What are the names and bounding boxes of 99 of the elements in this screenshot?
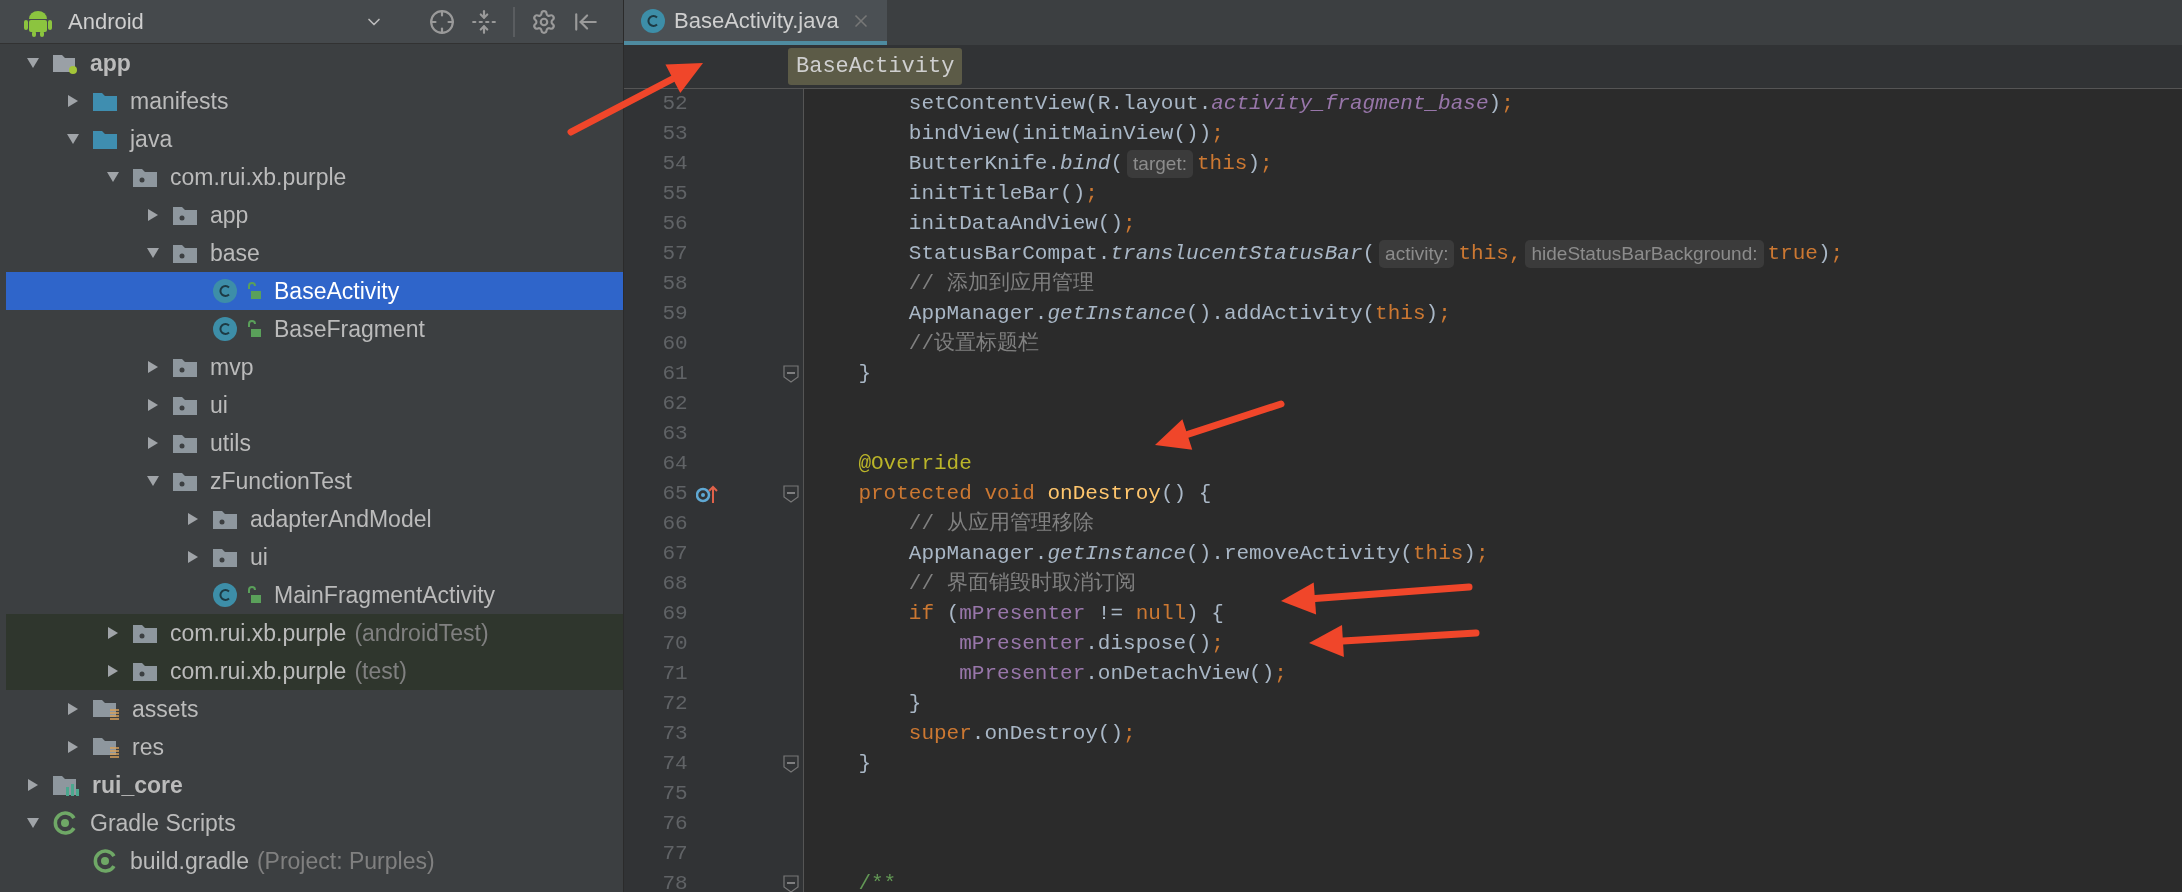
collapsed-arrow-icon[interactable] — [146, 208, 160, 222]
package-folder-icon — [172, 242, 198, 264]
tree-item[interactable]: app — [6, 196, 623, 234]
package-folder-icon — [132, 660, 158, 682]
tree-item[interactable]: zFunctionTest — [6, 462, 623, 500]
code-line: } — [907, 691, 922, 718]
tree-item[interactable]: res — [6, 728, 623, 766]
code-line: /** — [857, 871, 897, 892]
code-line: // 界面销毁时取消订阅 — [907, 570, 1136, 598]
lock-icon — [246, 586, 262, 604]
expanded-arrow-icon[interactable] — [146, 474, 160, 488]
tree-item[interactable]: com.rui.xb.purple (androidTest) — [6, 614, 623, 652]
collapsed-arrow-icon[interactable] — [146, 398, 160, 412]
override-marker-icon[interactable] — [695, 483, 718, 505]
crosshair-icon[interactable] — [429, 8, 455, 35]
gradle-icon — [52, 810, 78, 836]
expanded-arrow-icon[interactable] — [146, 246, 160, 260]
fold-marker-icon[interactable] — [783, 755, 800, 773]
collapsed-arrow-icon[interactable] — [66, 740, 80, 754]
folder-icon — [92, 90, 118, 112]
lock-icon — [246, 320, 262, 338]
collapsed-arrow-icon[interactable] — [106, 664, 120, 678]
view-selector[interactable]: Android — [68, 5, 348, 38]
code-line: setContentView(R.layout.activity_fragment_base); — [907, 91, 1514, 118]
collapsed-arrow-icon[interactable] — [146, 360, 160, 374]
code-line: ButterKnife.bind( target: this); — [808, 148, 1273, 180]
tree-item[interactable]: utils — [6, 424, 623, 462]
code-line: initDataAndView(); — [907, 211, 1136, 238]
tree-item[interactable]: mvp — [6, 348, 623, 386]
package-folder-icon — [172, 394, 198, 416]
collapsed-arrow-icon[interactable] — [66, 94, 80, 108]
module-folder-icon — [52, 52, 78, 74]
tree-item[interactable]: Gradle Scripts — [6, 804, 623, 842]
package-folder-icon — [172, 470, 198, 492]
tree-item[interactable]: assets — [6, 690, 623, 728]
tree-item[interactable]: com.rui.xb.purple (test) — [6, 652, 623, 690]
settings-icon[interactable] — [531, 8, 557, 35]
fold-marker-icon[interactable] — [783, 485, 800, 503]
fold-marker-icon[interactable] — [783, 875, 800, 892]
package-folder-icon — [132, 622, 158, 644]
code-line: initTitleBar(); — [907, 181, 1098, 208]
class-icon — [212, 582, 238, 608]
collapsed-arrow-icon[interactable] — [186, 512, 200, 526]
collapsed-arrow-icon[interactable] — [106, 626, 120, 640]
package-folder-icon — [132, 166, 158, 188]
code-line: mPresenter.onDetachView(); — [958, 661, 1287, 688]
code-line: super.onDestroy(); — [907, 721, 1136, 748]
tree-item[interactable]: base — [6, 234, 623, 272]
code-line: // 从应用管理移除 — [907, 510, 1094, 538]
tree-item[interactable]: MainFragmentActivity — [6, 576, 623, 614]
code-line: protected void onDestroy() { — [857, 481, 1212, 508]
package-folder-icon — [212, 546, 238, 568]
tree-item[interactable]: app — [6, 44, 623, 82]
module-folder-icon — [52, 773, 80, 797]
tree-item[interactable]: ui — [6, 386, 623, 424]
tree-item[interactable]: com.rui.xb.purple — [6, 158, 623, 196]
collapsed-arrow-icon[interactable] — [186, 550, 200, 564]
code-line: } — [857, 361, 871, 388]
code-line: bindView(initMainView()); — [907, 121, 1224, 148]
tree-item[interactable]: build.gradle (Project: Purples) — [6, 842, 623, 880]
code-line: mPresenter.dispose(); — [958, 631, 1224, 658]
folder-icon — [92, 128, 118, 150]
tree-item[interactable]: BaseFragment — [6, 310, 623, 348]
tree-item[interactable]: java — [6, 120, 623, 158]
code-line: } — [857, 751, 871, 778]
code-line: StatusBarCompat.translucentStatusBar( activity: this, hideStatusBarBackground: true); — [808, 238, 1844, 270]
collapsed-arrow-icon[interactable] — [146, 436, 160, 450]
package-folder-icon — [172, 432, 198, 454]
expanded-arrow-icon[interactable] — [26, 816, 40, 830]
tree-item[interactable]: ui — [6, 538, 623, 576]
fold-marker-icon[interactable] — [783, 365, 800, 383]
class-icon — [212, 278, 238, 304]
package-folder-icon — [172, 356, 198, 378]
code-line: if (mPresenter != null) { — [907, 601, 1224, 628]
class-icon — [212, 316, 238, 342]
gradle-icon — [92, 848, 118, 874]
expanded-arrow-icon[interactable] — [26, 56, 40, 70]
code-line: //设置标题栏 — [907, 331, 1040, 358]
code-line: AppManager.getInstance().addActivity(this); — [907, 301, 1451, 328]
expanded-arrow-icon[interactable] — [106, 170, 120, 184]
code-line: // 添加到应用管理 — [907, 270, 1094, 298]
package-folder-icon — [212, 508, 238, 530]
expanded-arrow-icon[interactable] — [66, 132, 80, 146]
tree-item[interactable]: adapterAndModel — [6, 500, 623, 538]
class-icon — [640, 7, 666, 34]
lock-icon — [246, 282, 262, 300]
collapsed-arrow-icon[interactable] — [26, 778, 40, 792]
resource-folder-icon — [92, 735, 120, 759]
editor-tab[interactable]: BaseActivity.java — [624, 0, 887, 45]
collapsed-arrow-icon[interactable] — [66, 702, 80, 716]
breadcrumb[interactable]: BaseActivity — [788, 48, 963, 85]
code-line: AppManager.getInstance().removeActivity(this); — [907, 541, 1489, 568]
collapse-icon[interactable] — [471, 8, 497, 35]
code-line: @Override — [857, 451, 972, 478]
tree-item[interactable]: BaseActivity — [6, 272, 623, 310]
package-folder-icon — [172, 204, 198, 226]
resource-folder-icon — [92, 697, 120, 721]
tree-item[interactable]: rui_core — [6, 766, 623, 804]
tree-item[interactable]: manifests — [6, 82, 623, 120]
